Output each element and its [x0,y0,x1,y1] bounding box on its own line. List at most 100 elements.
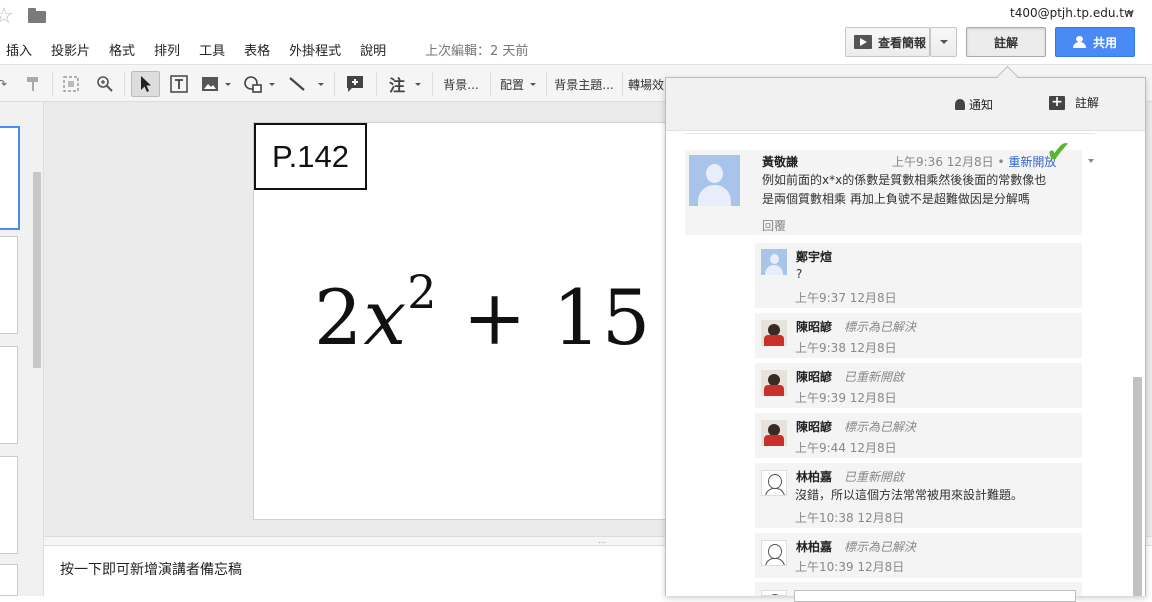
comment-time: 上午9:36 12月8日 • 重新開放 [892,155,1057,169]
reply-status: 標示為已解決 [844,320,917,334]
background-button[interactable]: 背景... [438,71,484,97]
menu-slide[interactable]: 投影片 [51,40,90,59]
slide-thumbnail[interactable] [0,564,18,596]
menu-addons[interactable]: 外掛程式 [289,40,341,59]
reply-status: 已重新開啟 [844,470,905,484]
reply-author: 陳昭諺 [796,320,833,334]
formula-var: x [363,273,408,362]
comment-text: 例如前面的x*x的係數是質數相乘然後後面的常數像也 是兩個質數相乘 再加上負號不… [762,171,1046,209]
present-button-label: 查看簡報 [878,35,927,50]
comment-text-line: 是兩個質數相乘 再加上負號不是超難做因是分解嗎 [762,192,1030,206]
reply-status: 標示為已解決 [844,540,917,554]
insert-comment-dropdown[interactable]: 注 [384,71,426,97]
menu-bar: 插入 投影片 格式 排列 工具 表格 外掛程式 說明 [6,40,405,59]
reply-status: 標示為已解決 [844,420,917,434]
insert-comment-label: 注 [388,76,405,95]
theme-button[interactable]: 背景主題... [552,71,616,97]
menu-format[interactable]: 格式 [109,40,135,59]
notifications-button[interactable]: 通知 [955,96,993,113]
add-comment-icon[interactable] [342,71,368,97]
user-email[interactable]: t400@ptjh.tp.edu.tw [1010,6,1134,20]
text-box-icon[interactable] [166,71,192,97]
line-icon[interactable] [284,71,328,97]
toolbar-separator [546,72,547,96]
avatar [761,370,787,396]
reply-author: 陳昭諺 [796,370,833,384]
present-dropdown-button[interactable] [930,27,957,57]
image-icon[interactable] [198,71,234,97]
add-comment-button[interactable]: + 註解 [1049,94,1099,111]
speaker-notes-placeholder[interactable]: 按一下即可新增演講者備忘稿 [60,559,242,579]
share-button-label: 共用 [1092,35,1117,50]
reply-time: 上午9:44 12月8日 [795,441,897,455]
undo-icon[interactable]: ↷ [0,71,10,97]
menu-arrange[interactable]: 排列 [154,40,180,59]
shape-icon[interactable] [240,71,278,97]
slide-thumbnail[interactable] [0,126,20,230]
avatar [761,249,787,275]
reply-time: 上午10:38 12月8日 [795,511,905,525]
reply-time: 上午9:38 12月8日 [795,341,897,355]
comments-button[interactable]: 註解 [966,27,1046,57]
reply-text: 沒錯，所以這個方法常常被用來設計難題。 [795,488,1024,502]
account-caret-icon[interactable] [1126,11,1134,15]
toolbar-separator [622,72,623,96]
avatar [761,320,787,346]
reply-link[interactable]: 回覆 [762,217,786,234]
play-icon [854,35,872,49]
paint-format-icon[interactable] [22,71,44,97]
comment-text-line: 例如前面的x*x的係數是質數相乘然後後面的常數像也 [762,173,1047,187]
reply-time: 上午9:37 12月8日 [795,291,897,305]
page-number-box[interactable]: P.142 [254,123,367,190]
avatar [761,420,787,446]
layout-label: 配置 [499,77,524,92]
reply-status: 已重新開啟 [844,370,905,384]
transition-button[interactable]: 轉場效 [628,71,668,97]
menu-help[interactable]: 說明 [360,40,386,59]
avatar [761,470,787,496]
avatar [689,155,740,206]
filmstrip-scrollbar[interactable] [33,172,41,368]
slide-thumbnail[interactable] [0,346,18,444]
reply-author: 林柏嘉 [796,540,833,554]
toolbar-separator [124,72,125,96]
avatar [761,590,787,596]
resolve-check-icon[interactable]: ✔ [1046,138,1071,168]
comments-scrollbar[interactable] [1133,377,1142,596]
last-edit-status[interactable]: 上次編輯：2 天前 [425,40,528,59]
chevron-down-icon [939,40,948,44]
present-button[interactable]: 查看簡報 [845,27,930,57]
reply-time: 上午9:39 12月8日 [795,391,897,405]
zoom-icon[interactable] [92,71,118,97]
toolbar-separator [432,72,433,96]
slide-thumbnail[interactable] [0,456,18,554]
add-comment-label: 註解 [1075,96,1100,110]
toolbar-separator [52,72,53,96]
menu-tools[interactable]: 工具 [199,40,225,59]
toolbar-separator [334,72,335,96]
reply-author: 鄭宇煊 [796,250,833,264]
folder-icon[interactable] [28,8,46,23]
select-pointer-icon[interactable] [131,71,160,97]
toolbar-separator [376,72,377,96]
comment-author: 黃敬謙 [762,155,799,169]
comment-menu-caret-icon[interactable] [1088,159,1094,163]
star-icon[interactable]: ☆ [0,6,14,28]
comment-time-text: 上午9:36 12月8日 [892,155,994,169]
layout-dropdown[interactable]: 配置 [496,71,540,97]
slide-thumbnail[interactable] [0,236,18,334]
reply-time: 上午10:39 12月8日 [795,560,905,574]
share-button[interactable]: 共用 [1055,27,1135,57]
menu-table[interactable]: 表格 [244,40,270,59]
plus-icon: + [1049,95,1065,110]
reply-text: ? [796,267,803,281]
formula-rest: + 15 [462,273,652,362]
menu-insert[interactable]: 插入 [6,40,32,59]
reply-author: 林柏嘉 [796,470,833,484]
formula-coef: 2 [314,273,364,362]
bell-icon [955,99,965,110]
zoom-fit-icon[interactable] [58,71,84,97]
math-formula[interactable]: 2x2 + 15 [314,265,652,362]
reply-input[interactable] [794,590,1076,602]
slide-canvas[interactable]: P.142 2x2 + 15 [253,122,713,520]
